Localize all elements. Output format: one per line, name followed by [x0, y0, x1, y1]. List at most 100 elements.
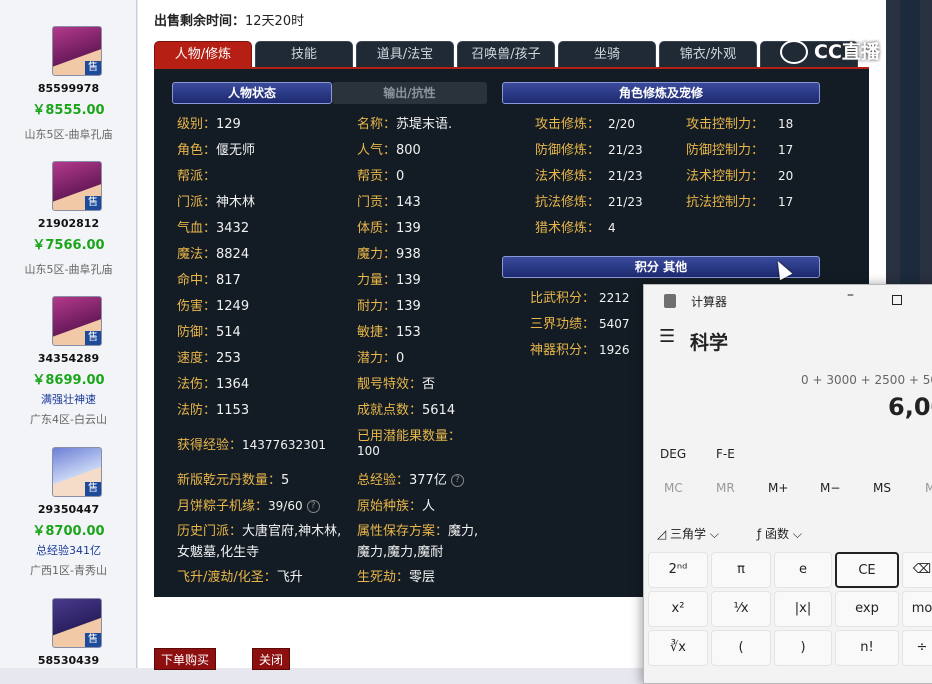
cult-attack: 攻击修炼： 2/20: [535, 117, 635, 132]
help-icon[interactable]: ?: [306, 500, 320, 513]
second-button[interactable]: 2ⁿᵈ: [648, 552, 708, 588]
header-cultivation: 角色修炼及宠修: [502, 82, 820, 104]
mr-button[interactable]: MR: [716, 481, 735, 495]
tab-character[interactable]: 人物/修炼: [154, 41, 252, 67]
sale-time-label: 出售剩余时间：: [154, 14, 246, 29]
mod-button[interactable]: mo: [902, 591, 932, 627]
stat-defense: 防御：514: [177, 325, 241, 340]
calculator-window: 计算器 – ☰ 科学 0 + 3000 + 2500 + 500 6,00 DE…: [643, 284, 932, 684]
sale-time-value: 12天20时: [245, 14, 305, 29]
seller-id[interactable]: 21902812: [0, 217, 137, 230]
deg-toggle[interactable]: DEG: [660, 447, 686, 461]
seller-id[interactable]: 58530439: [0, 654, 137, 667]
seller-id[interactable]: 29350447: [0, 503, 137, 516]
tab-skills[interactable]: 技能: [255, 41, 353, 67]
stat-potential: 潜力：0: [357, 351, 405, 366]
open-paren-button[interactable]: (: [711, 630, 771, 666]
tab-items[interactable]: 道具/法宝: [356, 41, 454, 67]
stat-level: 级别：129: [177, 117, 241, 132]
seller-avatar[interactable]: 售: [52, 26, 102, 76]
stat-total-exp: 总经验：377亿?: [357, 469, 464, 488]
seller-tagline: 总经验341亿: [36, 544, 101, 557]
tab-appearance[interactable]: 锦衣/外观: [659, 41, 757, 67]
stat-school: 门派：神木林: [177, 195, 256, 210]
stat-school-contrib: 门贡：143: [357, 195, 421, 210]
mplus-button[interactable]: M+: [768, 481, 788, 495]
help-icon[interactable]: ?: [450, 474, 464, 487]
seller-id[interactable]: 34354289: [0, 352, 137, 365]
menu-hamburger-icon[interactable]: ☰: [659, 328, 675, 346]
ce-button[interactable]: CE: [835, 552, 899, 588]
stat-magic-damage: 法伤：1364: [177, 377, 250, 392]
reciprocal-button[interactable]: ¹⁄x: [711, 591, 771, 627]
seller-avatar[interactable]: 售: [52, 296, 102, 346]
sale-time: 出售剩余时间：12天20时: [154, 10, 304, 29]
sale-badge: 售: [85, 482, 101, 496]
mem-list-button[interactable]: M: [925, 481, 932, 495]
stat-popularity: 人气：800: [357, 143, 421, 158]
header-output[interactable]: 输出/抗性: [332, 82, 487, 104]
cult-magic: 法术修炼： 21/23: [535, 169, 643, 184]
close-paren-button[interactable]: ): [774, 630, 832, 666]
cult-hunt: 猎术修炼： 4: [535, 221, 616, 236]
seller-id[interactable]: 85599978: [0, 82, 137, 95]
e-button[interactable]: e: [774, 552, 832, 588]
points-artifact: 神器积分： 1926: [530, 343, 630, 358]
seller-server: 广东4区-白云山: [30, 413, 107, 426]
stat-life-robbery: 生死劫：零层: [357, 570, 436, 585]
calculator-app-icon: [664, 294, 676, 308]
function-dropdown[interactable]: ƒ 函数 ⌵: [757, 525, 802, 542]
exp-button[interactable]: exp: [835, 591, 899, 627]
mminus-button[interactable]: M−: [820, 481, 840, 495]
seller-avatar[interactable]: 售: [52, 447, 102, 497]
stat-special-id: 靓号特效：否: [357, 377, 436, 392]
stat-guild: 帮派：: [177, 169, 217, 184]
header-status[interactable]: 人物状态: [172, 82, 332, 104]
stat-magic-defense: 法防：1153: [177, 403, 250, 418]
stat-role: 角色：偃无师: [177, 143, 256, 158]
abs-button[interactable]: |x|: [774, 591, 832, 627]
fe-toggle[interactable]: F-E: [716, 447, 735, 461]
tab-mounts[interactable]: 坐骑: [558, 41, 656, 67]
stat-used-fruit: 已用潜能果数量：: [357, 429, 462, 444]
seller-avatar[interactable]: 售: [52, 598, 102, 648]
pi-button[interactable]: π: [711, 552, 771, 588]
pet-resist-control: 抗法控制力： 17: [686, 195, 794, 210]
square-button[interactable]: x²: [648, 591, 708, 627]
stat-constitution: 体质：139: [357, 221, 421, 236]
calculator-title: 计算器: [691, 295, 728, 309]
cube-root-button[interactable]: ∛x: [648, 630, 708, 666]
seller-server: 山东5区-曲阜孔庙: [24, 263, 113, 276]
stat-speed: 速度：253: [177, 351, 241, 366]
mc-button[interactable]: MC: [664, 481, 683, 495]
stat-agility: 敏捷：153: [357, 325, 421, 340]
points-merit: 三界功绩： 5407: [530, 317, 630, 332]
stat-history-school: 历史门派：大唐官府,神木林,女魃墓,化生寺: [177, 524, 342, 560]
stat-magic-power: 魔力：938: [357, 247, 421, 262]
cc-logo-icon: [780, 40, 808, 64]
stat-exp: 获得经验：14377632301: [177, 438, 326, 453]
buy-button[interactable]: 下单购买: [154, 648, 216, 670]
trig-dropdown[interactable]: ◿ 三角学 ⌵: [657, 525, 719, 542]
factorial-button[interactable]: n!: [835, 630, 899, 666]
close-button[interactable]: 关闭: [252, 648, 290, 670]
sale-badge: 售: [85, 331, 101, 345]
calculator-expression: 0 + 3000 + 2500 + 500: [801, 373, 932, 387]
calculator-mode: 科学: [690, 332, 729, 354]
tab-pets[interactable]: 召唤兽/孩子: [457, 41, 555, 67]
stat-guild-contrib: 帮贡：0: [357, 169, 405, 184]
backspace-button[interactable]: ⌫: [902, 552, 932, 588]
maximize-button[interactable]: [892, 295, 902, 305]
stat-hp: 气血：3432: [177, 221, 250, 236]
triangle-icon: ◿: [657, 527, 671, 541]
seller-avatar[interactable]: 售: [52, 161, 102, 211]
stat-achievement: 成就点数：5614: [357, 403, 456, 418]
stat-name: 名称：苏堤末语.: [357, 117, 453, 132]
minimize-button[interactable]: –: [847, 287, 854, 303]
seller-server: 山东5区-曲阜孔庙: [24, 128, 113, 141]
ms-button[interactable]: MS: [873, 481, 891, 495]
stat-zongzi: 月饼粽子机缘：39/60?: [177, 495, 320, 514]
divide-button[interactable]: ÷: [902, 630, 932, 666]
calculator-result: 6,00: [888, 393, 932, 421]
cult-resist: 抗法修炼： 21/23: [535, 195, 643, 210]
